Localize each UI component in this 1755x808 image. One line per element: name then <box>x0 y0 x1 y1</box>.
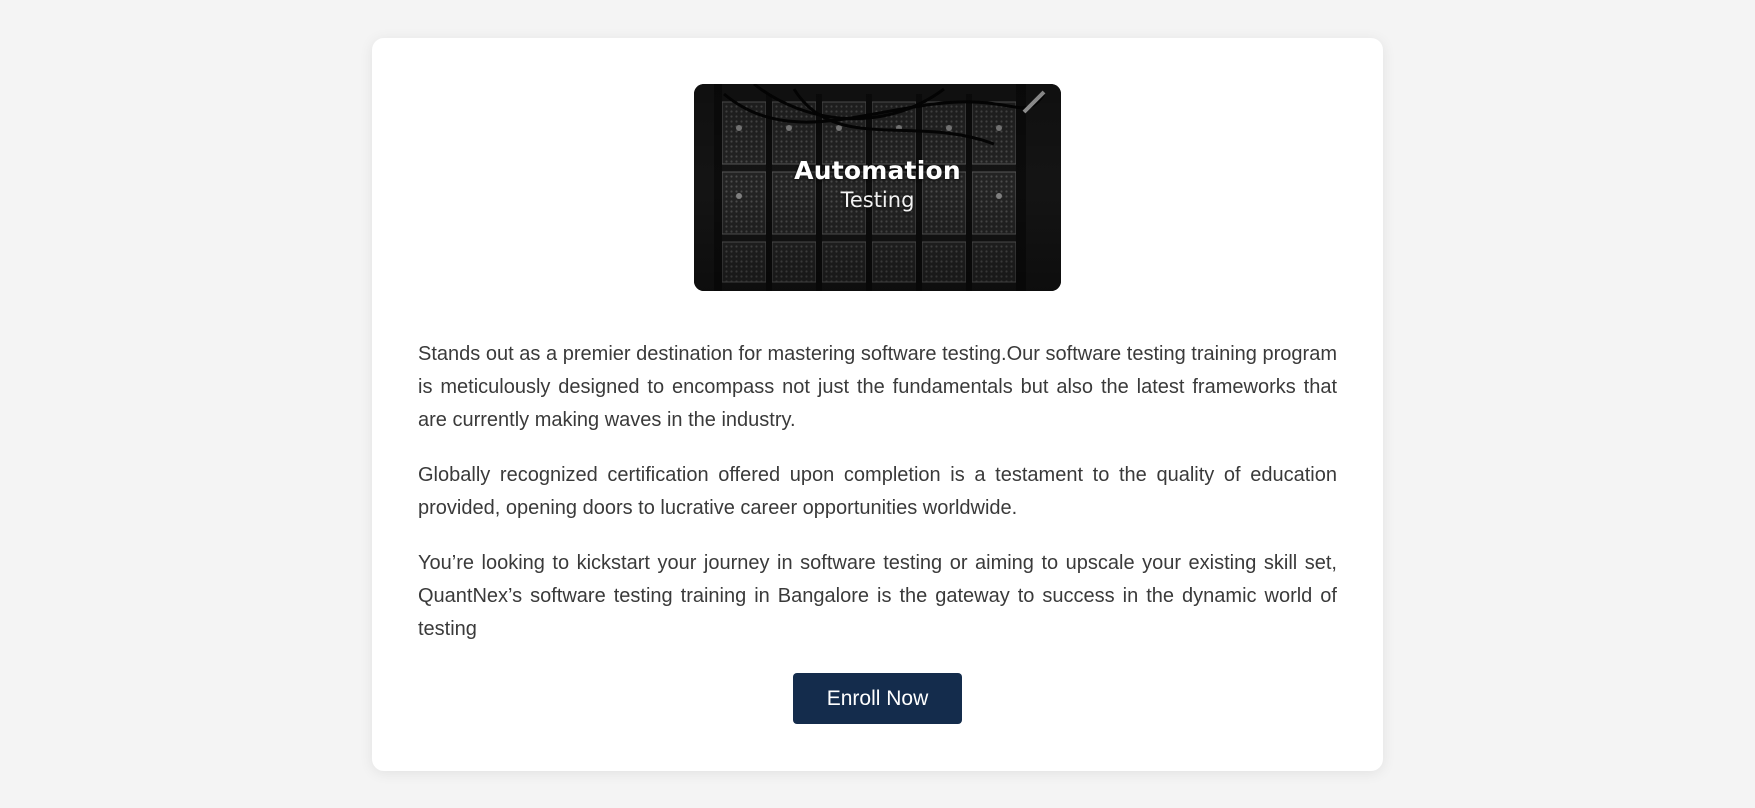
banner-subtitle: Testing <box>840 188 915 212</box>
course-description: Stands out as a premier destination for … <box>418 338 1337 668</box>
enroll-now-button[interactable]: Enroll Now <box>793 673 962 724</box>
course-card: Automation Testing Stands out as a premi… <box>372 38 1383 771</box>
description-paragraph-2: Globally recognized certification offere… <box>418 464 1337 519</box>
description-paragraph-1: Stands out as a premier destination for … <box>418 343 1337 431</box>
description-paragraph-3: You’re looking to kickstart your journey… <box>418 552 1337 640</box>
course-banner: Automation Testing <box>694 84 1061 291</box>
banner-title: Automation <box>794 156 961 185</box>
